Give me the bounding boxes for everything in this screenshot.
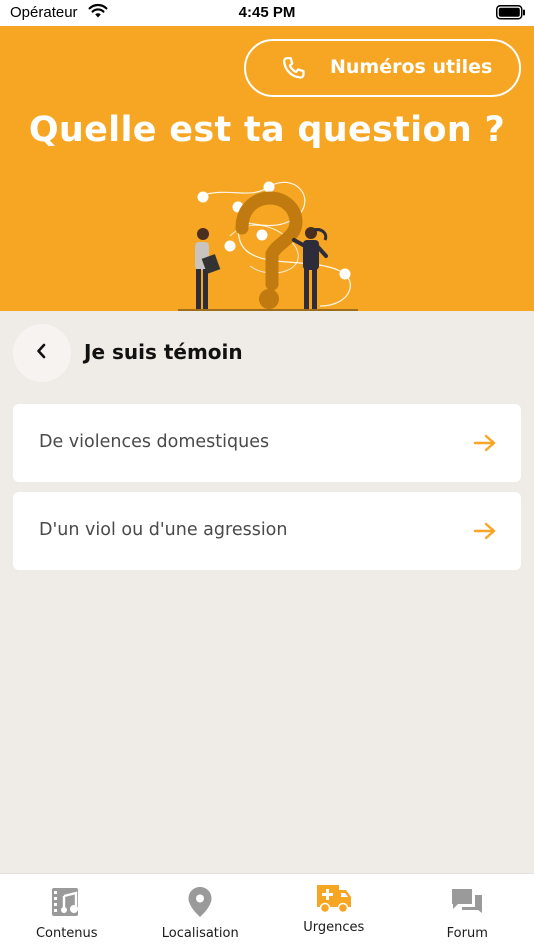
option-label: D'un viol ou d'une agression (39, 520, 288, 540)
arrow-right-icon (473, 521, 497, 545)
battery-icon (496, 5, 526, 24)
back-button[interactable] (13, 324, 71, 382)
tab-label: Localisation (161, 926, 239, 941)
tab-bar: Contenus Localisation Urgences Forum (0, 873, 534, 950)
status-bar: Opérateur 4:45 PM (0, 0, 534, 26)
tab-label: Urgences (303, 920, 365, 935)
section-title: Je suis témoin (84, 340, 243, 364)
option-label: De violences domestiques (39, 432, 270, 452)
numeros-utiles-label: Numéros utiles (330, 56, 493, 78)
chat-bubbles-icon (450, 886, 484, 922)
phone-icon (279, 55, 309, 89)
tab-urgences[interactable]: Urgences (267, 874, 401, 950)
tab-label: Forum (446, 926, 488, 941)
film-music-icon (50, 886, 84, 922)
ambulance-icon (315, 882, 353, 918)
option-violences-domestiques[interactable]: De violences domestiques (13, 404, 521, 482)
page-title: Quelle est ta question ? (28, 110, 506, 150)
map-pin-icon (187, 886, 213, 922)
question-illustration (170, 176, 370, 311)
status-time: 4:45 PM (238, 4, 296, 21)
tab-localisation[interactable]: Localisation (134, 874, 268, 950)
tab-label: Contenus (35, 926, 98, 941)
tab-forum[interactable]: Forum (401, 874, 534, 950)
header-banner: Numéros utiles Quelle est ta question ? (0, 26, 534, 311)
option-viol-agression[interactable]: D'un viol ou d'une agression (13, 492, 521, 570)
tab-contenus[interactable]: Contenus (0, 874, 134, 950)
arrow-right-icon (473, 433, 497, 457)
chevron-left-icon (34, 342, 50, 364)
numeros-utiles-button[interactable]: Numéros utiles (244, 39, 521, 97)
